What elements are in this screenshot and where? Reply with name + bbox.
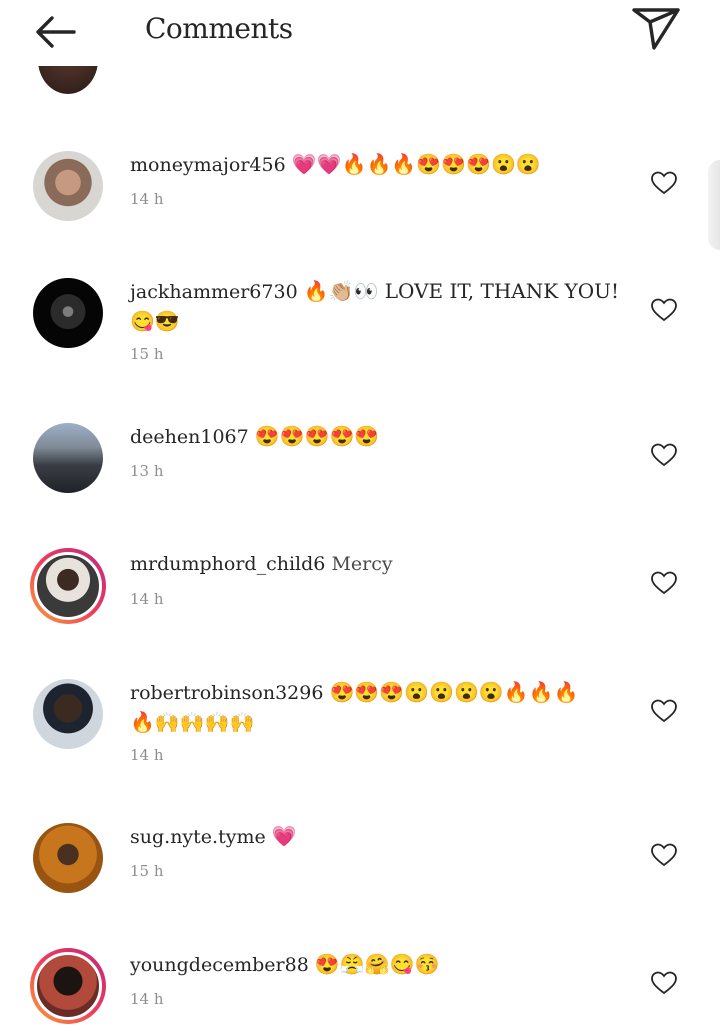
back-button[interactable] bbox=[28, 10, 84, 54]
comment-text: 😍😍😍😮😮😮😮🔥🔥🔥 bbox=[329, 680, 579, 704]
like-heart-icon[interactable] bbox=[650, 842, 678, 868]
comment-timestamp: 14 h bbox=[130, 990, 164, 1008]
comment-timestamp: 15 h bbox=[130, 345, 164, 363]
comment-username[interactable]: mrdumphord_child6 bbox=[130, 553, 325, 575]
avatar[interactable] bbox=[30, 148, 106, 224]
comment-text: 😍😍😍😍😍 bbox=[254, 424, 380, 448]
avatar[interactable] bbox=[30, 676, 106, 752]
comment-text: 💗💗🔥🔥🔥😍😍😍😮😮 bbox=[291, 152, 541, 176]
comment-timestamp: 14 h bbox=[130, 746, 164, 764]
avatar-story-ring[interactable] bbox=[30, 548, 106, 624]
avatar[interactable] bbox=[30, 420, 106, 496]
comment-text: 😍😤🤗😋😚 bbox=[314, 952, 440, 976]
top-bar: Comments bbox=[0, 0, 720, 66]
share-button[interactable] bbox=[628, 4, 684, 54]
comment-username[interactable]: youngdecember88 bbox=[130, 954, 309, 976]
back-arrow-icon bbox=[36, 16, 76, 48]
like-heart-icon[interactable] bbox=[650, 442, 678, 468]
page-title: Comments bbox=[145, 12, 293, 45]
comment-text-line-2: 😋😎 bbox=[130, 309, 180, 333]
avatar[interactable] bbox=[30, 820, 106, 896]
comment-text-line-2: 🔥🙌🙌🙌🙌 bbox=[130, 710, 255, 734]
like-heart-icon[interactable] bbox=[650, 297, 678, 323]
comment-username[interactable]: sug.nyte.tyme bbox=[130, 826, 266, 848]
like-heart-icon[interactable] bbox=[650, 570, 678, 596]
comment-username[interactable]: deehen1067 bbox=[130, 426, 249, 448]
comment-text: 💗 bbox=[271, 824, 297, 848]
comment-username[interactable]: moneymajor456 bbox=[130, 154, 286, 176]
send-icon bbox=[632, 8, 680, 50]
comment-timestamp: 13 h bbox=[130, 462, 164, 480]
comment-text: Mercy bbox=[331, 553, 393, 575]
like-heart-icon[interactable] bbox=[650, 698, 678, 724]
avatar-story-ring[interactable] bbox=[30, 948, 106, 1024]
like-heart-icon[interactable] bbox=[650, 170, 678, 196]
scroll-edge bbox=[708, 160, 720, 250]
comment-text: 🔥👏🏼👀 LOVE IT, THANK YOU! bbox=[303, 279, 620, 303]
comment-timestamp: 14 h bbox=[130, 190, 164, 208]
avatar[interactable] bbox=[30, 275, 106, 351]
comment-timestamp: 14 h bbox=[130, 590, 164, 608]
like-heart-icon[interactable] bbox=[650, 970, 678, 996]
comment-username[interactable]: robertrobinson3296 bbox=[130, 682, 323, 704]
comment-username[interactable]: jackhammer6730 bbox=[130, 281, 298, 303]
comment-timestamp: 15 h bbox=[130, 862, 164, 880]
